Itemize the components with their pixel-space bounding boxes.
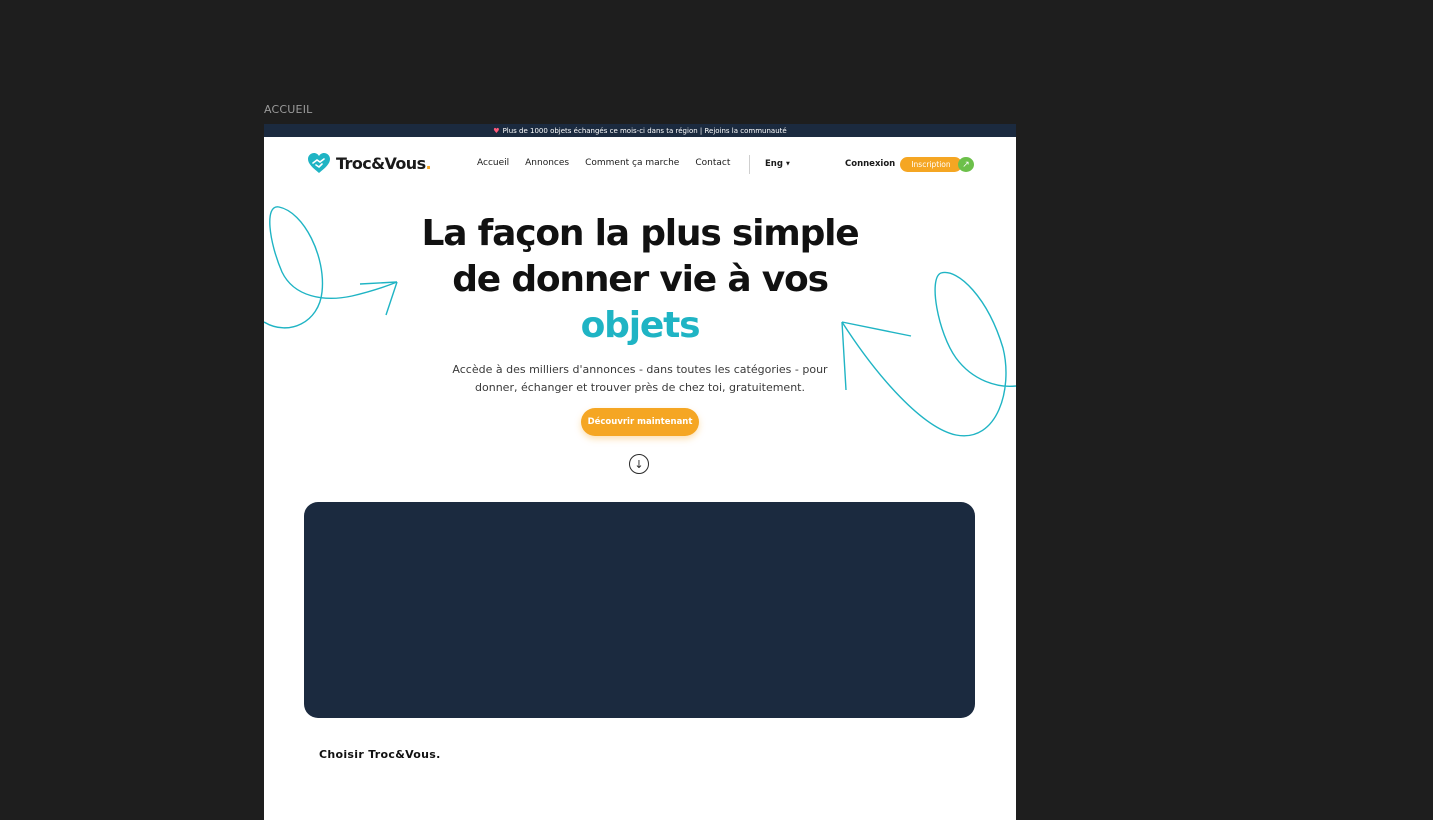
language-label: Eng bbox=[765, 159, 783, 169]
brand-name: Troc&Vous. bbox=[336, 153, 432, 173]
nav-item-comment-ca-marche[interactable]: Comment ça marche bbox=[585, 158, 679, 168]
heart-handshake-icon bbox=[308, 153, 330, 173]
section-title: Choisir Troc&Vous. bbox=[319, 748, 441, 761]
announcement-text: Plus de 1000 objets échangés ce mois-ci … bbox=[502, 126, 787, 135]
nav-item-contact[interactable]: Contact bbox=[695, 158, 730, 168]
login-link[interactable]: Connexion bbox=[845, 159, 895, 169]
page-frame: ♥ Plus de 1000 objets échangés ce mois-c… bbox=[264, 124, 1016, 820]
hero-subtitle: Accède à des milliers d'annonces - dans … bbox=[452, 363, 828, 394]
caret-down-icon: ▼ bbox=[785, 161, 790, 167]
frame-label: ACCUEIL bbox=[264, 103, 313, 116]
hero-title-highlight: objets bbox=[580, 305, 701, 346]
signup-group: Inscription ↗ bbox=[900, 157, 975, 172]
main-nav: Accueil Annonces Comment ça marche Conta… bbox=[477, 158, 746, 168]
hero-title-line-1: La façon la plus simple bbox=[421, 213, 859, 254]
canvas-scrollbar[interactable] bbox=[1429, 0, 1433, 494]
language-selector[interactable]: Eng ▼ bbox=[765, 159, 790, 169]
hero-title-line-2: de donner vie à vos bbox=[452, 259, 829, 300]
arrow-up-right-icon[interactable]: ↗ bbox=[958, 157, 974, 172]
nav-divider bbox=[749, 155, 750, 174]
brand-logo[interactable]: Troc&Vous. bbox=[307, 152, 432, 174]
announcement-bar: ♥ Plus de 1000 objets échangés ce mois-c… bbox=[264, 124, 1016, 137]
signup-button[interactable]: Inscription bbox=[900, 157, 962, 172]
scroll-down-icon[interactable]: ↓ bbox=[629, 454, 649, 474]
discover-button[interactable]: Découvrir maintenant bbox=[581, 408, 699, 436]
nav-item-annonces[interactable]: Annonces bbox=[525, 158, 569, 168]
heart-icon: ♥ bbox=[493, 126, 500, 135]
nav-item-accueil[interactable]: Accueil bbox=[477, 158, 509, 168]
hero-media-block bbox=[304, 502, 975, 718]
